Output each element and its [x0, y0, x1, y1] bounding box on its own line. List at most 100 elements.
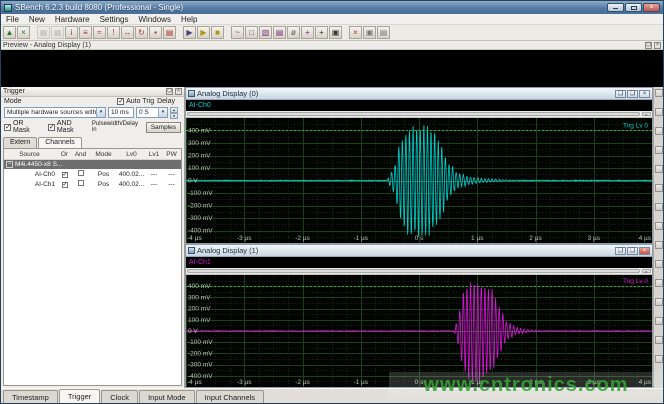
preview-float-button[interactable]: ❑ [645, 42, 652, 49]
side-tool-icon[interactable] [655, 165, 663, 173]
card-trigger-icon[interactable]: ! [107, 26, 120, 39]
trigger-channel-row[interactable]: AI-Ch0✓Pos400.02...------ [4, 169, 181, 179]
auto-trig-time-field[interactable]: 10 ms [108, 107, 134, 118]
level1-cell[interactable]: --- [145, 181, 163, 188]
level0-cell[interactable]: 400.02... [118, 181, 145, 188]
new-spectrum-display-icon[interactable]: ▧ [259, 26, 272, 39]
scroll-right-icon[interactable]: ▸ [642, 112, 651, 116]
minimize-button[interactable] [607, 3, 624, 12]
mode-cell[interactable]: Pos [89, 171, 118, 178]
menu-item-settings[interactable]: Settings [95, 15, 134, 24]
side-tool-icon[interactable] [655, 279, 663, 287]
add-function-icon[interactable]: + [315, 26, 328, 39]
menu-item-hardware[interactable]: Hardware [50, 15, 95, 24]
display1-minimize-button[interactable]: ❑ [615, 247, 626, 255]
and-checkbox[interactable] [78, 170, 84, 176]
card-group-row[interactable]: − M4i.4450-x8 S... [4, 160, 181, 169]
or-checkbox[interactable]: ✓ [62, 172, 68, 178]
run-single-icon[interactable]: ▶ [183, 26, 196, 39]
scrollbar-thumb[interactable] [187, 112, 640, 116]
delay-select[interactable]: 0 S ▾ [136, 107, 168, 118]
trigger-channel-row[interactable]: AI-Ch1✓Pos400.02...------ [4, 179, 181, 189]
card-close-icon[interactable]: × [17, 26, 30, 39]
card-sim-icon[interactable]: ▦ [51, 26, 64, 39]
scroll-right-icon[interactable]: ▸ [642, 269, 651, 273]
save-signal-icon[interactable]: ■ [211, 26, 224, 39]
display1-hscrollbar[interactable]: ▸ [186, 268, 652, 275]
tile-windows-icon[interactable]: ▤ [377, 26, 390, 39]
mode-cell[interactable]: Pos [89, 181, 118, 188]
side-tool-icon[interactable] [655, 355, 663, 363]
samples-button[interactable]: Samples [146, 122, 181, 133]
card-settings-icon[interactable]: ≡ [79, 26, 92, 39]
side-tool-icon[interactable] [655, 222, 663, 230]
display1-titlebar[interactable]: Analog Display (1) ❑ ❑ × [186, 245, 652, 257]
side-tool-icon[interactable] [655, 336, 663, 344]
cursor-off-icon[interactable]: ø [287, 26, 300, 39]
side-tool-icon[interactable] [655, 89, 663, 97]
display0-hscrollbar[interactable]: ▸ [186, 111, 652, 118]
combo-arrow-icon[interactable]: ▾ [158, 108, 167, 117]
side-tool-icon[interactable] [655, 184, 663, 192]
level1-cell[interactable]: --- [145, 171, 163, 178]
waveform-plot-1[interactable]: 400 mV300 mV200 mV100 mV0 V-100 mV-200 m… [186, 275, 652, 387]
card-status-icon[interactable]: ▪ [149, 26, 162, 39]
display0-close-button[interactable]: × [639, 90, 650, 98]
side-tool-icon[interactable] [655, 298, 663, 306]
waveform-plot-0[interactable]: 400 mV300 mV200 mV100 mV0 V-100 mV-200 m… [186, 118, 652, 243]
side-tool-icon[interactable] [655, 317, 663, 325]
card-clock-icon[interactable]: ≈ [93, 26, 106, 39]
draw-icon[interactable]: + [301, 26, 314, 39]
display0-minimize-button[interactable]: ❑ [615, 90, 626, 98]
side-tool-icon[interactable] [655, 260, 663, 268]
side-tool-icon[interactable] [655, 127, 663, 135]
card-info-icon[interactable]: i [65, 26, 78, 39]
side-tool-icon[interactable] [655, 203, 663, 211]
side-tool-icon[interactable] [655, 108, 663, 116]
close-window-icon[interactable]: × [349, 26, 362, 39]
and-checkbox[interactable] [78, 180, 84, 186]
pulsewidth-cell[interactable]: --- [163, 171, 180, 178]
scrollbar-thumb[interactable] [187, 269, 640, 273]
bottom-tab-timestamp[interactable]: Timestamp [3, 390, 58, 403]
bottom-tab-input-mode[interactable]: Input Mode [139, 390, 195, 403]
new-digital-display-icon[interactable]: □ [245, 26, 258, 39]
pulsewidth-cell[interactable]: --- [163, 181, 180, 188]
preview-header[interactable]: Preview - Analog Display (1) ❑ × [1, 41, 663, 50]
menu-item-new[interactable]: New [24, 15, 50, 24]
trigger-tab-channels[interactable]: Channels [38, 137, 82, 148]
new-analog-display-icon[interactable]: ~ [231, 26, 244, 39]
display1-maximize-button[interactable]: ❑ [627, 247, 638, 255]
menu-item-file[interactable]: File [1, 15, 24, 24]
preview-canvas[interactable] [1, 50, 663, 87]
bottom-tab-trigger[interactable]: Trigger [59, 389, 100, 403]
copy-window-icon[interactable]: ▣ [329, 26, 342, 39]
combo-arrow-icon[interactable]: ▾ [96, 108, 105, 117]
run-loop-icon[interactable]: ▶ [197, 26, 210, 39]
level0-cell[interactable]: 400.02... [118, 171, 145, 178]
tree-collapse-icon[interactable]: − [6, 161, 13, 168]
title-bar[interactable]: SBench 6.2.3 build 8080 (Professional - … [1, 1, 663, 14]
or-checkbox[interactable]: ✓ [62, 182, 68, 188]
menu-item-help[interactable]: Help [176, 15, 202, 24]
or-mask-checkbox[interactable]: ✓ [4, 124, 11, 131]
and-mask-checkbox[interactable]: ✓ [48, 124, 55, 131]
trigger-mode-select[interactable]: Multiple hardware sources with AND/OR ▾ [4, 107, 106, 118]
delay-spinner[interactable]: ▴ ▾ [170, 107, 178, 118]
card-io-icon[interactable]: ↔ [121, 26, 134, 39]
side-tool-icon[interactable] [655, 146, 663, 154]
card-demo-icon[interactable]: ▦ [37, 26, 50, 39]
card-restart-icon[interactable]: ↻ [135, 26, 148, 39]
display1-close-button[interactable]: × [639, 247, 650, 255]
trigger-panel-titlebar[interactable]: Trigger ❑ × [1, 87, 184, 97]
maximize-button[interactable] [625, 3, 642, 12]
menu-item-windows[interactable]: Windows [134, 15, 176, 24]
preview-close-button[interactable]: × [654, 42, 661, 49]
side-tool-icon[interactable] [655, 241, 663, 249]
close-button[interactable]: × [643, 3, 660, 12]
trigger-close-button[interactable]: × [175, 88, 182, 95]
display0-titlebar[interactable]: Analog Display (0) ❑ ❑ × [186, 88, 652, 100]
new-image-display-icon[interactable]: ▤ [273, 26, 286, 39]
card-start-icon[interactable]: ▲ [3, 26, 16, 39]
bottom-tab-input-channels[interactable]: Input Channels [196, 390, 264, 403]
